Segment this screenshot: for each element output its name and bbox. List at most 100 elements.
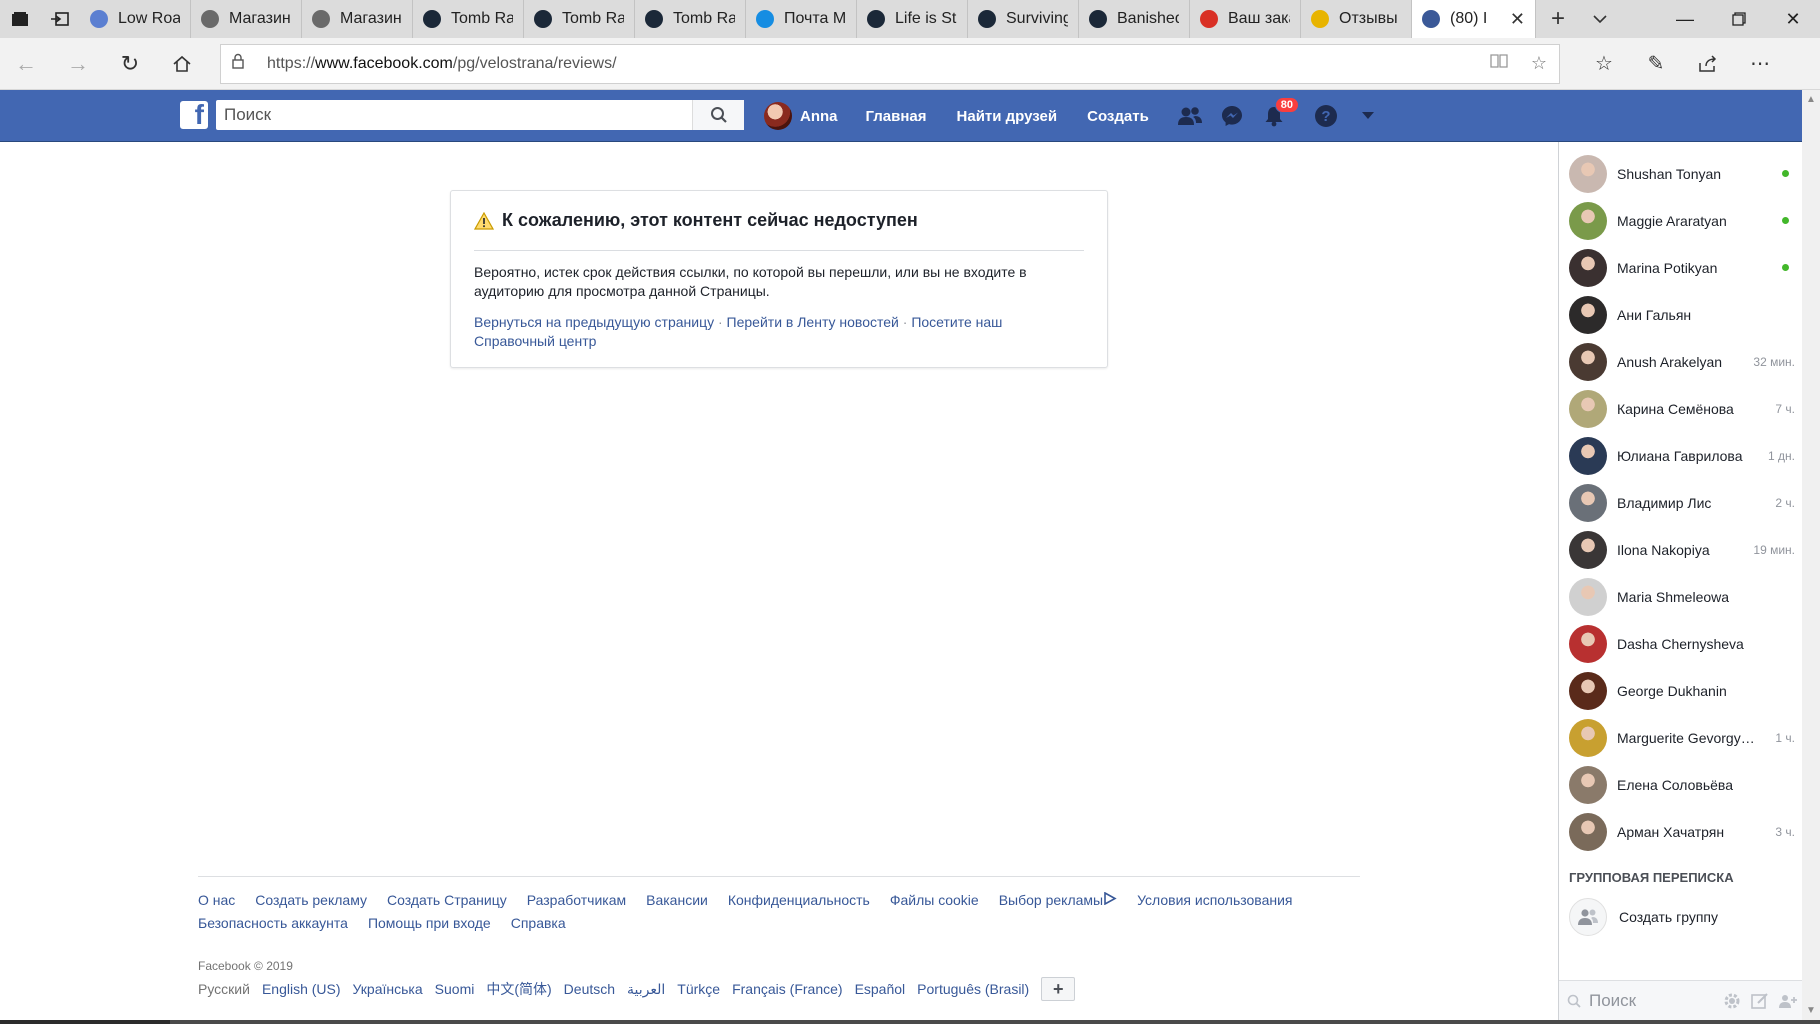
- browser-tab[interactable]: Почта M: [746, 0, 857, 38]
- new-tab-button[interactable]: +: [1536, 0, 1580, 38]
- footer-link[interactable]: Конфиденциальность: [728, 889, 870, 912]
- contact-name: Юлиана Гаврилова: [1617, 447, 1743, 464]
- language-link[interactable]: Français (France): [732, 981, 842, 997]
- create-group-button[interactable]: Создать группу: [1569, 898, 1718, 936]
- notifications-icon[interactable]: 80: [1253, 95, 1300, 137]
- browser-tab[interactable]: (80) I ✕: [1412, 0, 1536, 38]
- browser-tab[interactable]: Surviving: [968, 0, 1079, 38]
- close-tab-icon[interactable]: ✕: [1504, 9, 1525, 30]
- chat-contact[interactable]: Shushan Tonyan: [1559, 150, 1803, 197]
- chat-contact[interactable]: Maggie Araratyan: [1559, 197, 1803, 244]
- nav-find-friends[interactable]: Найти друзей: [957, 108, 1058, 125]
- minimize-button[interactable]: —: [1658, 0, 1712, 38]
- chat-contact[interactable]: Dasha Chernysheva: [1559, 620, 1803, 667]
- tab-preview-toggle[interactable]: [1580, 0, 1620, 38]
- footer-link[interactable]: Выбор рекламы: [999, 889, 1117, 912]
- chat-search-input[interactable]: [1589, 990, 1709, 1011]
- more-icon[interactable]: ⋯: [1734, 51, 1786, 76]
- chat-contact[interactable]: Арман Хачатрян 3 ч.: [1559, 808, 1803, 855]
- browser-tab[interactable]: Tomb Rai: [413, 0, 524, 38]
- search-button[interactable]: [692, 100, 744, 130]
- footer-link[interactable]: Условия использования: [1137, 889, 1292, 912]
- back-button[interactable]: ←: [0, 38, 52, 90]
- chat-contact[interactable]: Карина Семёнова 7 ч.: [1559, 385, 1803, 432]
- language-link[interactable]: Português (Brasil): [917, 981, 1029, 997]
- browser-tab[interactable]: Магазин: [302, 0, 413, 38]
- favorites-icon[interactable]: ☆: [1578, 51, 1630, 76]
- browser-tab[interactable]: Ваш зака: [1190, 0, 1301, 38]
- tab-actions-icon[interactable]: [0, 0, 40, 38]
- chat-contact[interactable]: Marguerite Gevorgyan 1 ч.: [1559, 714, 1803, 761]
- home-button[interactable]: [156, 38, 208, 90]
- avatar: [1569, 483, 1607, 522]
- language-link[interactable]: Suomi: [435, 981, 475, 997]
- chat-contact[interactable]: Юлиана Гаврилова 1 дн.: [1559, 432, 1803, 479]
- friend-requests-icon[interactable]: [1169, 95, 1211, 137]
- chat-contact[interactable]: Владимир Лис 2 ч.: [1559, 479, 1803, 526]
- footer-link[interactable]: Файлы cookie: [890, 889, 979, 912]
- browser-tab[interactable]: Banished: [1079, 0, 1190, 38]
- page-scrollbar[interactable]: ▲ ▼: [1802, 90, 1820, 1020]
- scroll-up-icon[interactable]: ▲: [1802, 94, 1820, 105]
- close-window-button[interactable]: ✕: [1766, 0, 1820, 38]
- footer-link-label: Справка: [510, 915, 566, 931]
- browser-tab[interactable]: Tomb Rai: [635, 0, 746, 38]
- news-feed-link[interactable]: Перейти в Ленту новостей: [727, 314, 899, 330]
- forward-button[interactable]: →: [52, 38, 104, 90]
- set-aside-tabs-icon[interactable]: [40, 0, 80, 38]
- browser-tab[interactable]: Отзывы: [1301, 0, 1412, 38]
- language-link[interactable]: English (US): [262, 981, 341, 997]
- content-unavailable-box: К сожалению, этот контент сейчас недосту…: [450, 190, 1108, 368]
- footer-link[interactable]: Создать рекламу: [255, 889, 367, 912]
- browser-tab[interactable]: Магазин: [191, 0, 302, 38]
- footer-link[interactable]: Безопасность аккаунта: [198, 912, 348, 935]
- footer-link[interactable]: Разработчикам: [527, 889, 626, 912]
- profile-link[interactable]: Anna: [764, 102, 838, 130]
- facebook-logo[interactable]: f: [180, 101, 208, 129]
- restore-button[interactable]: [1712, 0, 1766, 38]
- avatar: [1569, 577, 1607, 616]
- nav-create[interactable]: Создать: [1087, 108, 1149, 125]
- language-link[interactable]: Español: [855, 981, 906, 997]
- nav-home[interactable]: Главная: [866, 108, 927, 125]
- avatar: [1569, 248, 1607, 287]
- account-menu-chevron-icon[interactable]: [1347, 95, 1389, 137]
- chat-contact[interactable]: Ilona Nakopiya 19 мин.: [1559, 526, 1803, 573]
- new-message-icon[interactable]: [1746, 992, 1774, 1010]
- scroll-down-icon[interactable]: ▼: [1802, 1005, 1820, 1016]
- tab-favicon-icon: [90, 10, 108, 28]
- chat-contact[interactable]: Елена Соловьёва: [1559, 761, 1803, 808]
- chat-contact[interactable]: Ани Гальян: [1559, 291, 1803, 338]
- back-link[interactable]: Вернуться на предыдущую страницу: [474, 314, 714, 330]
- language-link[interactable]: 中文(简体): [486, 979, 551, 999]
- chat-contact[interactable]: George Dukhanin: [1559, 667, 1803, 714]
- browser-tab[interactable]: Life is Str: [857, 0, 968, 38]
- language-link[interactable]: Türkçe: [677, 981, 720, 997]
- help-icon[interactable]: ?: [1305, 95, 1347, 137]
- refresh-button[interactable]: ↻: [104, 38, 156, 90]
- browser-tab[interactable]: Low Roar: [80, 0, 191, 38]
- favorite-star-icon[interactable]: ☆: [1519, 53, 1559, 74]
- taskbar-edge: [0, 1020, 1820, 1024]
- pen-icon[interactable]: ✎: [1630, 51, 1682, 76]
- language-link[interactable]: العربية: [627, 981, 665, 998]
- facebook-search-input[interactable]: [216, 101, 692, 129]
- language-link[interactable]: Українська: [353, 981, 423, 997]
- chat-contact[interactable]: Maria Shmeleowa: [1559, 573, 1803, 620]
- reading-view-icon[interactable]: [1479, 53, 1519, 74]
- chat-contact[interactable]: Marina Potikyan: [1559, 244, 1803, 291]
- footer-link[interactable]: О нас: [198, 889, 235, 912]
- footer-link[interactable]: Создать Страницу: [387, 889, 507, 912]
- footer-link[interactable]: Вакансии: [646, 889, 708, 912]
- new-group-icon[interactable]: [1774, 992, 1802, 1010]
- share-icon[interactable]: [1682, 51, 1734, 76]
- browser-tab[interactable]: Tomb Rai: [524, 0, 635, 38]
- footer-link[interactable]: Помощь при входе: [368, 912, 491, 935]
- footer-link[interactable]: Справка: [511, 912, 566, 935]
- chat-contact[interactable]: Anush Arakelyan 32 мин.: [1559, 338, 1803, 385]
- address-input[interactable]: https://www.facebook.com/pg/velostrana/r…: [220, 43, 1560, 84]
- language-link[interactable]: Deutsch: [564, 981, 615, 997]
- gear-icon[interactable]: [1718, 992, 1746, 1010]
- messenger-icon[interactable]: [1211, 95, 1253, 137]
- more-languages-button[interactable]: +: [1041, 977, 1076, 1001]
